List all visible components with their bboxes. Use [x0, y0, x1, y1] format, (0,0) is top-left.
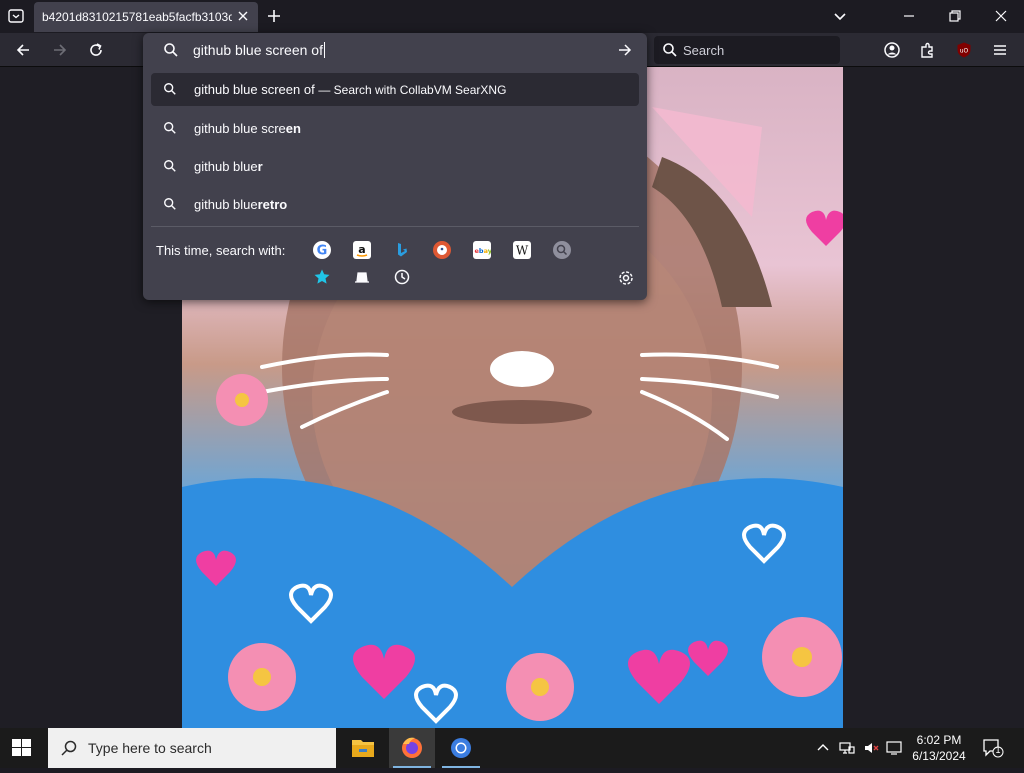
restore-icon[interactable] — [948, 9, 962, 23]
back-icon[interactable] — [14, 41, 32, 59]
network-icon[interactable] — [839, 740, 855, 756]
close-tab-icon[interactable] — [236, 9, 250, 23]
extensions-icon[interactable] — [919, 41, 937, 59]
close-window-icon[interactable] — [994, 9, 1008, 23]
suggestion-text: github blue screen of — [194, 82, 315, 97]
suggestion-completion: retro — [257, 197, 288, 212]
amazon-icon[interactable]: a — [353, 241, 371, 259]
tab-active[interactable]: b4201d8310215781eab5facfb3103dac — [34, 2, 258, 32]
ublock-origin-icon[interactable]: uO — [955, 41, 973, 59]
notification-center-icon[interactable]: 1 — [982, 738, 1004, 758]
account-icon[interactable] — [883, 41, 901, 59]
firefox-taskbar-icon[interactable] — [389, 728, 435, 768]
chevron-down-icon[interactable] — [832, 8, 848, 24]
suggestion-text: github blue scre — [194, 121, 286, 136]
suggestion-text: github blue — [194, 159, 258, 174]
search-icon — [163, 159, 177, 173]
url-input-value[interactable]: github blue screen of — [193, 42, 325, 58]
duckduckgo-icon[interactable] — [433, 241, 451, 259]
suggestion-action: — Search with CollabVM SearXNG — [318, 83, 507, 97]
tabs-icon[interactable] — [353, 268, 371, 286]
new-tab-icon[interactable] — [266, 8, 282, 24]
search-placeholder: Search — [683, 43, 725, 58]
search-settings-gear-icon[interactable] — [617, 269, 635, 287]
reload-icon[interactable] — [87, 41, 105, 59]
menu-icon[interactable] — [991, 41, 1009, 59]
volume-muted-icon[interactable] — [863, 740, 879, 756]
minimize-icon[interactable] — [902, 9, 916, 23]
search-icon — [163, 82, 177, 96]
svg-text:ebay: ebay — [475, 247, 492, 255]
url-input[interactable]: github blue screen of — [143, 33, 647, 67]
taskbar-search-box[interactable]: Type here to search — [48, 728, 336, 768]
windows-start-icon[interactable] — [12, 739, 32, 757]
tab-title: b4201d8310215781eab5facfb3103dac — [42, 10, 232, 24]
search-icon — [163, 42, 179, 58]
go-arrow-icon[interactable] — [617, 42, 633, 58]
suggestion-completion: en — [285, 121, 301, 136]
taskbar: Type here to search 6:02 PM 6/13/2024 1 — [0, 728, 1024, 768]
clock-date: 6/13/2024 — [912, 749, 966, 763]
clock-time: 6:02 PM — [916, 733, 962, 747]
bookmarks-icon[interactable] — [313, 268, 331, 286]
search-icon — [662, 42, 678, 58]
taskbar-search-placeholder: Type here to search — [88, 740, 212, 756]
divider — [151, 226, 639, 227]
search-bar[interactable]: Search — [654, 36, 840, 64]
history-icon[interactable] — [393, 268, 411, 286]
chromium-taskbar-icon[interactable] — [438, 728, 484, 768]
google-icon[interactable]: G — [313, 241, 331, 259]
bing-icon[interactable] — [393, 241, 411, 259]
tab-strip: b4201d8310215781eab5facfb3103dac — [0, 0, 1024, 33]
chevron-up-icon[interactable] — [815, 740, 831, 756]
search-icon — [60, 739, 78, 757]
file-explorer-icon[interactable] — [340, 728, 386, 768]
search-icon — [163, 121, 177, 135]
suggestion-item[interactable]: github bluer — [151, 150, 639, 183]
suggestion-text: github blue — [194, 197, 258, 212]
suggestion-item[interactable]: github blue screen — [151, 112, 639, 145]
notification-count: 1 — [995, 745, 1001, 755]
svg-text:uO: uO — [960, 48, 969, 55]
display-icon[interactable] — [886, 740, 902, 756]
svg-text:W: W — [516, 244, 529, 258]
suggestion-completion: r — [257, 159, 263, 174]
search-icon — [163, 197, 177, 211]
system-clock[interactable]: 6:02 PM 6/13/2024 — [904, 732, 974, 764]
svg-text:a: a — [358, 243, 365, 256]
suggestion-item[interactable]: github blue screen of — Search with Coll… — [151, 73, 639, 106]
urlbar-dropdown: github blue screen of github blue screen… — [143, 33, 647, 300]
ebay-icon[interactable]: ebay — [473, 241, 493, 259]
searxng-icon[interactable] — [553, 241, 571, 259]
one-off-search-label: This time, search with: — [156, 243, 286, 258]
svg-text:G: G — [317, 244, 328, 259]
forward-icon[interactable] — [51, 41, 69, 59]
tab-list-icon[interactable] — [6, 6, 26, 26]
suggestion-item[interactable]: github blueretro — [151, 188, 639, 221]
wikipedia-icon[interactable]: W — [513, 241, 531, 259]
